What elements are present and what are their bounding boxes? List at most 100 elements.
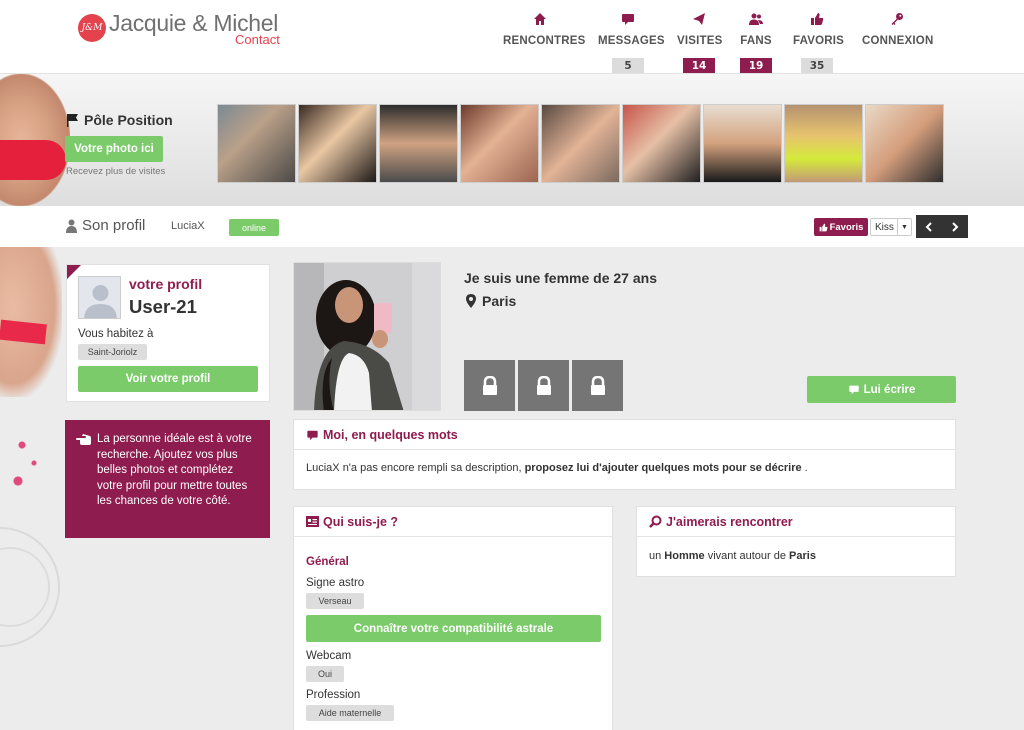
profile-bar: Son profil LuciaX online Favoris Kiss ▼ — [0, 206, 1024, 247]
member-thumbnail[interactable] — [784, 104, 863, 183]
nav-label: RENCONTRES — [503, 35, 586, 47]
banner-decoration-accent — [0, 140, 66, 180]
view-my-profile-button[interactable]: Voir votre profil — [78, 366, 258, 392]
kiss-select[interactable]: Kiss ▼ — [870, 218, 912, 236]
thumbs-up-icon — [811, 13, 824, 25]
next-profile-button[interactable] — [942, 215, 968, 238]
favoris-count-badge[interactable]: 35 — [801, 58, 833, 73]
pole-position-title: Pôle Position — [66, 112, 173, 128]
about-panel-title: Moi, en quelques mots — [323, 427, 458, 442]
visites-count-badge[interactable]: 14 — [683, 58, 715, 73]
nav-label: FAVORIS — [793, 35, 845, 47]
flag-icon — [67, 114, 78, 127]
lock-icon — [590, 375, 605, 395]
member-thumbnail[interactable] — [460, 104, 539, 183]
looking-gender: Homme — [664, 550, 705, 562]
my-username: User-21 — [129, 296, 197, 317]
member-thumbnail[interactable] — [217, 104, 296, 183]
my-city-tag: Saint-Joriolz — [78, 344, 147, 360]
who-am-i-panel: Qui suis-je ? Général Signe astro Versea… — [293, 506, 613, 730]
locked-photo[interactable] — [518, 360, 569, 411]
about-text-end: . — [801, 462, 808, 474]
chat-icon — [307, 430, 318, 440]
looking-text: un Homme vivant autour de Paris — [637, 537, 955, 575]
nav-messages[interactable]: MESSAGES — [598, 12, 665, 47]
profession-label: Profession — [306, 689, 361, 701]
looking-for-panel: J'aimerais rencontrer un Homme vivant au… — [636, 506, 956, 577]
looking-panel-header: J'aimerais rencontrer — [637, 507, 955, 537]
kiss-select-value: Kiss — [875, 221, 894, 233]
who-panel-header: Qui suis-je ? — [294, 507, 612, 537]
add-photo-button[interactable]: Votre photo ici — [65, 136, 163, 162]
header: J&M Jacquie & Michel Contact RENCONTRES … — [0, 0, 1024, 74]
who-panel-title: Qui suis-je ? — [323, 514, 399, 529]
pole-position-banner: Pôle Position Votre photo ici Recevez pl… — [0, 74, 1024, 206]
nav-label: MESSAGES — [598, 35, 665, 47]
general-section-title: Général — [306, 556, 349, 568]
nav-visites[interactable]: VISITES — [677, 12, 722, 47]
locked-photo[interactable] — [464, 360, 515, 411]
profile-username: LuciaX — [171, 220, 205, 232]
looking-prefix: un — [649, 550, 665, 562]
chat-icon — [848, 385, 859, 395]
favorite-button-label: Favoris — [829, 221, 864, 233]
profile-city-text: Paris — [482, 293, 517, 309]
default-avatar-icon — [84, 285, 117, 318]
looking-middle: vivant autour de — [704, 550, 790, 562]
tip-text: La personne idéale est à votre recherche… — [97, 433, 252, 507]
member-thumbnail[interactable] — [541, 104, 620, 183]
chevron-down-icon: ▼ — [897, 219, 911, 235]
about-text-bold[interactable]: proposez lui d'ajouter quelques mots pou… — [525, 462, 802, 474]
astro-compatibility-button[interactable]: Connaître votre compatibilité astrale — [306, 615, 601, 642]
about-panel-header: Moi, en quelques mots — [294, 420, 955, 450]
astro-label: Signe astro — [306, 577, 365, 589]
nav-connexion[interactable]: CONNEXION — [862, 12, 933, 47]
nav-rencontres[interactable]: RENCONTRES — [503, 12, 586, 47]
chat-icon — [622, 14, 634, 25]
pointing-hand-icon — [76, 434, 91, 445]
profession-value-tag: Aide maternelle — [306, 705, 394, 721]
messages-count-badge[interactable]: 5 — [612, 58, 644, 73]
about-text: LuciaX n'a pas encore rempli sa descript… — [294, 450, 955, 486]
location-label: Vous habitez à — [78, 328, 154, 340]
user-icon — [66, 219, 77, 233]
profile-photo[interactable] — [293, 262, 441, 411]
search-icon — [649, 515, 662, 528]
write-message-button[interactable]: Lui écrire — [807, 376, 956, 403]
profile-photo-image — [294, 263, 440, 410]
previous-profile-button[interactable] — [916, 215, 942, 238]
member-thumbnail[interactable] — [379, 104, 458, 183]
profile-headline: Je suis une femme de 27 ans — [464, 270, 657, 286]
locked-photo[interactable] — [572, 360, 623, 411]
profile-bar-title: Son profil — [66, 217, 145, 234]
logo-badge: J&M — [78, 14, 106, 42]
my-profile-card: votre profil User-21 Vous habitez à Sain… — [66, 264, 270, 402]
write-message-label: Lui écrire — [863, 383, 916, 396]
member-thumbnail[interactable] — [703, 104, 782, 183]
lock-icon — [482, 375, 497, 395]
id-card-icon — [306, 516, 319, 527]
pole-title-text: Pôle Position — [84, 112, 173, 128]
chevron-right-icon — [952, 221, 959, 232]
site-logo[interactable]: J&M Jacquie & Michel Contact — [78, 12, 280, 46]
profile-bar-title-text: Son profil — [82, 217, 146, 234]
member-thumbnail[interactable] — [622, 104, 701, 183]
astro-value-tag: Verseau — [306, 593, 364, 609]
nav-fans[interactable]: FANS — [740, 12, 772, 47]
webcam-value-tag: Oui — [306, 666, 344, 682]
member-thumbnail[interactable] — [865, 104, 944, 183]
profile-city: Paris — [466, 293, 516, 309]
logo-subtitle: Contact — [235, 32, 280, 47]
chevron-left-icon — [925, 221, 932, 232]
fans-count-badge[interactable]: 19 — [740, 58, 772, 73]
pole-subtitle: Recevez plus de visites — [66, 166, 166, 177]
nav-favoris[interactable]: FAVORIS — [793, 12, 845, 47]
add-favorite-button[interactable]: Favoris — [814, 218, 868, 236]
member-thumbnail[interactable] — [298, 104, 377, 183]
lock-icon — [536, 375, 551, 395]
looking-panel-title: J'aimerais rencontrer — [666, 514, 793, 529]
avatar[interactable] — [78, 276, 121, 319]
side-decoration — [0, 247, 66, 730]
key-icon — [891, 13, 903, 25]
about-text-start: LuciaX n'a pas encore rempli sa descript… — [306, 462, 525, 474]
